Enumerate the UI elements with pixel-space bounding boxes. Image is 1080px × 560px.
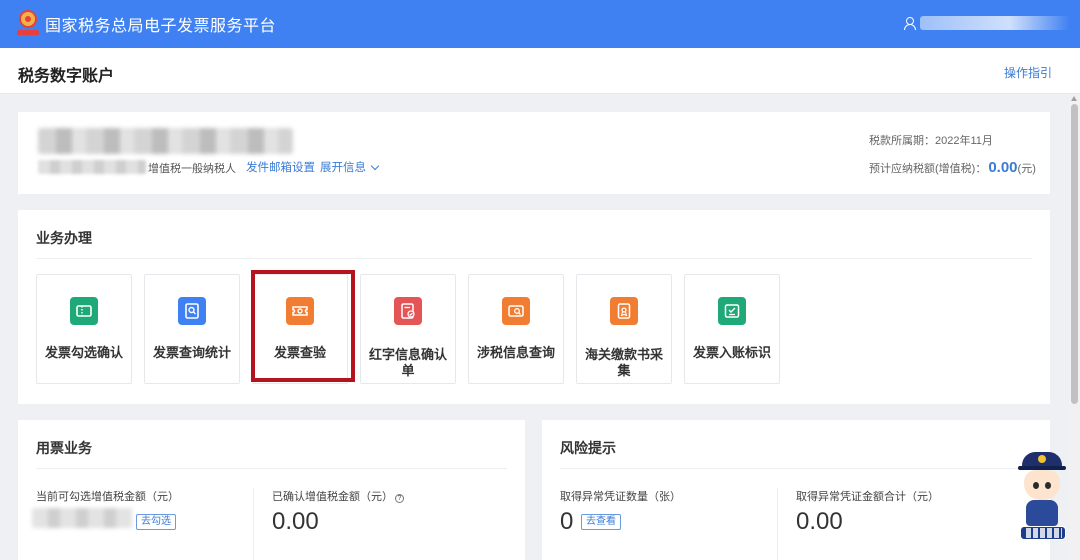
chevron-down-icon (370, 161, 380, 170)
scrollbar[interactable] (1069, 94, 1080, 560)
go-select-button[interactable]: 去勾选 (136, 514, 176, 530)
user-icon (904, 17, 916, 30)
abnormal-sum-value: 0.00 (796, 508, 843, 535)
info-icon[interactable]: ? (395, 494, 404, 503)
user-name-redacted (920, 16, 1070, 30)
email-setting-link[interactable]: 发件邮箱设置 (246, 159, 315, 175)
divider (560, 468, 1030, 469)
confirmed-amount-value: 0.00 (272, 508, 319, 535)
tax-period: 税款所属期：2022年11月 (869, 135, 993, 147)
abnormal-count-label: 取得异常凭证数量（张） (560, 491, 681, 503)
selectable-amount-redacted (32, 508, 132, 528)
divider (777, 488, 778, 560)
confirmed-amount-label-text: 已确认增值税金额（元） (272, 491, 393, 503)
tile-invoice-entry-mark[interactable]: 发票入账标识 (684, 274, 780, 384)
scroll-up-arrow-icon[interactable] (1071, 96, 1077, 101)
tile-label: 海关缴款书采集 (584, 347, 663, 378)
user-menu[interactable] (904, 16, 1070, 30)
tile-label: 涉税信息查询 (476, 345, 555, 360)
selectable-amount-label: 当前可勾选增值税金额（元） (36, 491, 179, 503)
scroll-thumb[interactable] (1071, 104, 1078, 404)
estimated-tax: 预计应纳税额(增值税)： 0.00 (元) (869, 159, 1036, 176)
top-bar: 国家税务总局电子发票服务平台 (0, 0, 1080, 48)
ticket-check-icon (70, 297, 98, 325)
tax-emblem-icon (17, 10, 39, 38)
tile-invoice-query-stats[interactable]: 发票查询统计 (144, 274, 240, 384)
ticket-business-card: 用票业务 当前可勾选增值税金额（元） 去勾选 已确认增值税金额（元）? 0.00 (18, 420, 525, 560)
tax-id-redacted (38, 160, 146, 174)
company-name-redacted (38, 128, 293, 154)
risk-title: 风险提示 (560, 440, 616, 456)
highlight-box (251, 270, 355, 382)
document-search-icon (178, 297, 206, 325)
tile-label: 发票勾选确认 (44, 345, 123, 360)
tax-info-search-icon (502, 297, 530, 325)
go-view-button[interactable]: 去查看 (581, 514, 621, 530)
expand-info-label: 展开信息 (320, 162, 366, 174)
tile-label: 发票查询统计 (152, 345, 231, 360)
mascot-eye (1045, 482, 1051, 489)
tile-invoice-select-confirm[interactable]: 发票勾选确认 (36, 274, 132, 384)
red-form-confirm-icon (394, 297, 422, 325)
tile-label: 发票入账标识 (692, 345, 771, 360)
estimated-tax-label: 预计应纳税额(增值税)： (869, 163, 987, 175)
tile-label: 红字信息确认单 (368, 347, 447, 378)
abnormal-sum-label: 取得异常凭证金额合计（元） (796, 491, 939, 503)
divider (36, 258, 1032, 259)
assistant-mascot[interactable] (1014, 452, 1070, 542)
confirmed-amount-label: 已确认增值税金额（元）? (272, 488, 404, 504)
account-info-card: 增值税一般纳税人 发件邮箱设置 展开信息 税款所属期：2022年11月 预计应纳… (18, 112, 1050, 194)
estimated-tax-value: 0.00 (988, 159, 1018, 176)
estimated-tax-unit: (元) (1017, 163, 1036, 175)
tile-red-info-confirm[interactable]: 红字信息确认单 (360, 274, 456, 384)
tile-tax-info-query[interactable]: 涉税信息查询 (468, 274, 564, 384)
taxpayer-type: 增值税一般纳税人 (148, 163, 236, 175)
tile-customs-collect[interactable]: 海关缴款书采集 (576, 274, 672, 384)
page-header: 税务数字账户 操作指引 (0, 48, 1080, 94)
platform-title: 国家税务总局电子发票服务平台 (45, 18, 277, 35)
invoice-entry-icon (718, 297, 746, 325)
ticket-title: 用票业务 (36, 440, 92, 456)
mascot-body (1026, 500, 1058, 526)
abnormal-count-value: 0 (560, 508, 574, 535)
divider (253, 488, 254, 560)
mascot-eye (1033, 482, 1039, 489)
divider (36, 468, 507, 469)
business-title: 业务办理 (36, 230, 92, 246)
page-title: 税务数字账户 (18, 68, 115, 85)
mascot-face (1024, 470, 1060, 500)
guide-link[interactable]: 操作指引 (1004, 64, 1052, 81)
customs-collect-icon (610, 297, 638, 325)
business-card: 业务办理 发票勾选确认 发票查询统计 发票查验 红字信息确认单 涉税信息查询 海… (18, 210, 1050, 404)
mascot-badge-icon (1038, 455, 1046, 463)
expand-info-link[interactable]: 展开信息 (320, 159, 380, 175)
mascot-nameplate (1020, 526, 1066, 540)
risk-card: 风险提示 取得异常凭证数量（张） 0 去查看 取得异常凭证金额合计（元） 0.0… (542, 420, 1050, 560)
